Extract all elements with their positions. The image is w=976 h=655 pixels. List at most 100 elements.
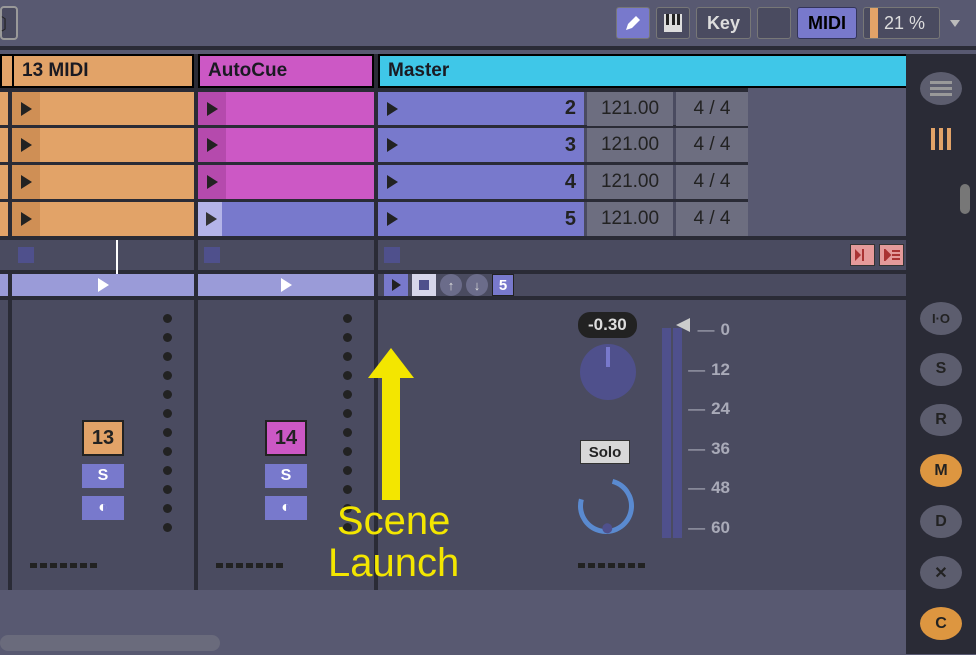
play-icon <box>21 138 32 152</box>
track-launch-button[interactable] <box>12 274 194 296</box>
stop-icon <box>204 247 220 263</box>
track-number-badge[interactable]: 14 <box>265 420 307 456</box>
master-db-value[interactable]: -0.30 <box>578 312 637 338</box>
record-arm-button[interactable]: ◐ <box>265 496 307 520</box>
mixer-strip-13: 13 S ◐ <box>12 300 194 590</box>
scene-sig[interactable]: 4 / 4 <box>676 165 748 199</box>
follow-icon <box>884 249 900 261</box>
io-section-button[interactable]: I·O <box>920 302 962 335</box>
clip-slot[interactable] <box>12 125 194 162</box>
record-arm-button[interactable]: ◐ <box>82 496 124 520</box>
scene-number[interactable]: 5 <box>542 202 584 236</box>
scene-play-slot[interactable]: 5 <box>378 199 584 236</box>
draw-mode-button[interactable] <box>616 7 650 39</box>
scene-row[interactable]: 121.004 / 4 <box>584 88 748 125</box>
scene-number[interactable]: 4 <box>542 165 584 199</box>
back-icon <box>855 249 871 261</box>
scrollbar-thumb[interactable] <box>960 184 970 214</box>
scene-tempo[interactable]: 121.00 <box>587 165 673 199</box>
midi-blank-button[interactable] <box>757 7 791 39</box>
track-header-13[interactable]: 13 MIDI <box>12 54 194 88</box>
stop-icon <box>419 280 429 290</box>
clip-slot[interactable] <box>198 88 374 125</box>
scene-sig[interactable]: 4 / 4 <box>676 202 748 236</box>
cpu-meter[interactable]: 21 % <box>863 7 940 39</box>
play-all-button[interactable] <box>384 274 408 296</box>
scene-tempo[interactable]: 121.00 <box>587 202 673 236</box>
perf-section-button[interactable]: C <box>920 607 962 640</box>
fader-handle[interactable] <box>676 318 690 332</box>
annotation-label: SceneLaunch <box>328 500 459 584</box>
scene-row[interactable]: 121.004 / 4 <box>584 125 748 162</box>
solo-button[interactable]: S <box>265 464 307 488</box>
scene-play-slot[interactable]: 2 <box>378 88 584 125</box>
scene-number[interactable]: 3 <box>542 128 584 162</box>
annotation-arrow <box>382 370 400 500</box>
play-icon <box>21 102 32 116</box>
scene-tempo[interactable]: 121.00 <box>587 128 673 162</box>
play-icon <box>21 175 32 189</box>
scene-sig[interactable]: 4 / 4 <box>676 92 748 126</box>
returns-section-button[interactable]: R <box>920 404 962 437</box>
stop-row[interactable] <box>198 236 374 270</box>
clip-slot[interactable] <box>12 199 194 236</box>
menu-toggle[interactable] <box>920 72 962 105</box>
scene-play-slot[interactable]: 3 <box>378 125 584 162</box>
send-knobs <box>163 314 172 532</box>
crossfade-section-button[interactable]: ✕ <box>920 556 962 589</box>
track-launch-button[interactable] <box>198 274 374 296</box>
scene-down-button[interactable]: ↓ <box>466 274 488 296</box>
scene-tempo[interactable]: 121.00 <box>587 92 673 126</box>
follow-button[interactable] <box>879 244 904 266</box>
side-selector-strip: I·O S R M D ✕ C <box>906 54 976 654</box>
midi-map-button[interactable]: MIDI <box>797 7 857 39</box>
menu-icon <box>930 78 952 99</box>
track-header-master[interactable]: Master <box>378 54 910 88</box>
back-to-arr-button[interactable] <box>850 244 875 266</box>
pfl-solo-button[interactable]: Solo <box>580 440 630 464</box>
clip-slot[interactable] <box>198 125 374 162</box>
master-stop-row <box>378 236 910 270</box>
play-icon <box>98 278 109 292</box>
detail-toggle[interactable] <box>920 123 962 156</box>
cpu-bar <box>870 8 878 38</box>
scene-sig[interactable]: 4 / 4 <box>676 128 748 162</box>
bars-icon <box>931 128 951 150</box>
track-header-autocue[interactable]: AutoCue <box>198 54 374 88</box>
panel-toggle[interactable]: 〕 <box>0 6 18 40</box>
track-stub <box>0 54 12 590</box>
stop-all-button[interactable] <box>412 274 436 296</box>
clip-slot[interactable] <box>198 162 374 199</box>
solo-button[interactable]: S <box>82 464 124 488</box>
clip-slot-selected[interactable] <box>198 199 374 236</box>
master-meter: — 0 — 12 — 24 — 36 — 48 — 60 <box>662 320 734 538</box>
key-map-button[interactable]: Key <box>696 7 751 39</box>
scene-row[interactable]: 121.004 / 4 <box>584 162 748 199</box>
stop-row[interactable] <box>12 236 194 270</box>
scale-label: 36 <box>711 439 730 459</box>
scale-label: 0 <box>721 320 730 340</box>
cpu-value: 21 % <box>884 13 925 34</box>
clip-slot[interactable] <box>12 88 194 125</box>
track-13-midi: 13 MIDI 13 S ◐ <box>12 54 198 590</box>
scene-up-button[interactable]: ↑ <box>440 274 462 296</box>
cue-volume-knob[interactable] <box>568 468 644 544</box>
mixer-section-button[interactable]: M <box>920 454 962 487</box>
scene-play-slot[interactable]: 4 <box>378 162 584 199</box>
scene-row[interactable]: 121.004 / 4 <box>584 199 748 236</box>
sends-section-button[interactable]: S <box>920 353 962 386</box>
pencil-icon <box>624 14 642 32</box>
play-icon <box>207 102 218 116</box>
top-toolbar: 〕 Key MIDI 21 % <box>0 0 976 50</box>
track-number-badge[interactable]: 13 <box>82 420 124 456</box>
delay-section-button[interactable]: D <box>920 505 962 538</box>
h-scrollbar-thumb[interactable] <box>0 635 220 651</box>
dropdown-toggle[interactable] <box>946 20 964 27</box>
scene-number[interactable]: 2 <box>542 92 584 125</box>
clip-slot[interactable] <box>12 162 194 199</box>
scene-launch-count[interactable]: 5 <box>492 274 514 296</box>
master-pan-knob[interactable] <box>580 344 636 400</box>
play-icon <box>21 212 32 226</box>
piano-button[interactable] <box>656 7 690 39</box>
stop-icon <box>384 247 400 263</box>
